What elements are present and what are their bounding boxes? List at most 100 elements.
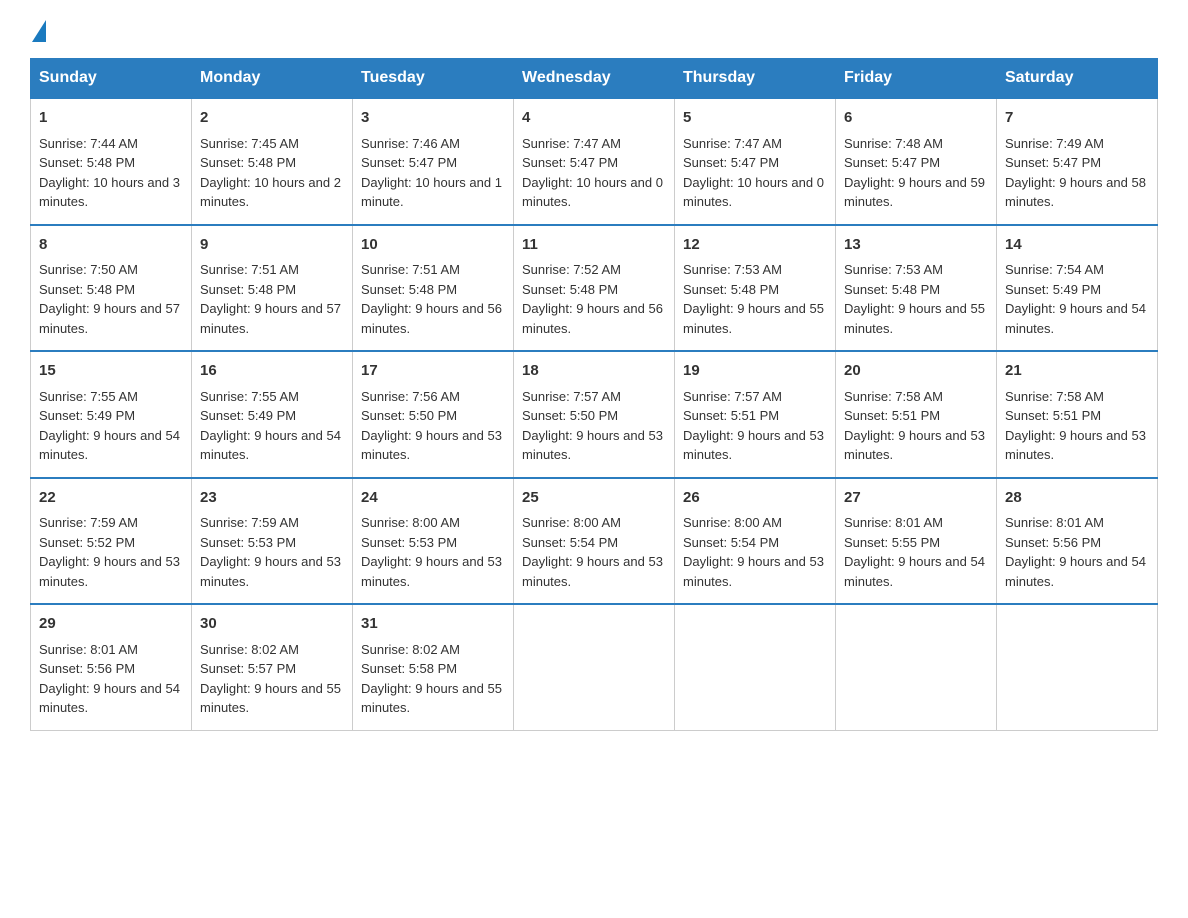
day-info: Sunrise: 7:51 AMSunset: 5:48 PMDaylight:… bbox=[361, 262, 502, 336]
day-info: Sunrise: 7:47 AMSunset: 5:47 PMDaylight:… bbox=[522, 136, 663, 210]
calendar-cell: 27 Sunrise: 8:01 AMSunset: 5:55 PMDaylig… bbox=[836, 478, 997, 605]
day-info: Sunrise: 7:53 AMSunset: 5:48 PMDaylight:… bbox=[683, 262, 824, 336]
day-number: 13 bbox=[844, 234, 988, 257]
day-number: 18 bbox=[522, 360, 666, 383]
day-number: 6 bbox=[844, 107, 988, 130]
day-info: Sunrise: 7:55 AMSunset: 5:49 PMDaylight:… bbox=[200, 389, 341, 463]
day-number: 19 bbox=[683, 360, 827, 383]
day-info: Sunrise: 7:54 AMSunset: 5:49 PMDaylight:… bbox=[1005, 262, 1146, 336]
calendar-cell: 29 Sunrise: 8:01 AMSunset: 5:56 PMDaylig… bbox=[31, 604, 192, 730]
calendar-header-tuesday: Tuesday bbox=[353, 59, 514, 99]
day-info: Sunrise: 8:00 AMSunset: 5:53 PMDaylight:… bbox=[361, 515, 502, 589]
calendar-cell: 9 Sunrise: 7:51 AMSunset: 5:48 PMDayligh… bbox=[192, 225, 353, 352]
day-number: 10 bbox=[361, 234, 505, 257]
calendar-cell: 5 Sunrise: 7:47 AMSunset: 5:47 PMDayligh… bbox=[675, 98, 836, 225]
calendar-header-thursday: Thursday bbox=[675, 59, 836, 99]
calendar-week-row: 29 Sunrise: 8:01 AMSunset: 5:56 PMDaylig… bbox=[31, 604, 1158, 730]
day-info: Sunrise: 8:00 AMSunset: 5:54 PMDaylight:… bbox=[522, 515, 663, 589]
day-number: 3 bbox=[361, 107, 505, 130]
calendar-header-wednesday: Wednesday bbox=[514, 59, 675, 99]
day-info: Sunrise: 7:53 AMSunset: 5:48 PMDaylight:… bbox=[844, 262, 985, 336]
day-number: 28 bbox=[1005, 487, 1149, 510]
calendar-cell: 22 Sunrise: 7:59 AMSunset: 5:52 PMDaylig… bbox=[31, 478, 192, 605]
day-info: Sunrise: 7:45 AMSunset: 5:48 PMDaylight:… bbox=[200, 136, 341, 210]
calendar-cell bbox=[675, 604, 836, 730]
day-number: 26 bbox=[683, 487, 827, 510]
day-info: Sunrise: 7:59 AMSunset: 5:53 PMDaylight:… bbox=[200, 515, 341, 589]
day-info: Sunrise: 7:59 AMSunset: 5:52 PMDaylight:… bbox=[39, 515, 180, 589]
calendar-cell: 11 Sunrise: 7:52 AMSunset: 5:48 PMDaylig… bbox=[514, 225, 675, 352]
calendar-header-row: SundayMondayTuesdayWednesdayThursdayFrid… bbox=[31, 59, 1158, 99]
calendar-cell: 15 Sunrise: 7:55 AMSunset: 5:49 PMDaylig… bbox=[31, 351, 192, 478]
calendar-cell bbox=[514, 604, 675, 730]
day-number: 29 bbox=[39, 613, 183, 636]
day-info: Sunrise: 7:58 AMSunset: 5:51 PMDaylight:… bbox=[844, 389, 985, 463]
day-number: 15 bbox=[39, 360, 183, 383]
day-info: Sunrise: 7:50 AMSunset: 5:48 PMDaylight:… bbox=[39, 262, 180, 336]
calendar-cell: 21 Sunrise: 7:58 AMSunset: 5:51 PMDaylig… bbox=[997, 351, 1158, 478]
day-number: 7 bbox=[1005, 107, 1149, 130]
calendar-cell: 4 Sunrise: 7:47 AMSunset: 5:47 PMDayligh… bbox=[514, 98, 675, 225]
day-number: 24 bbox=[361, 487, 505, 510]
day-info: Sunrise: 7:57 AMSunset: 5:51 PMDaylight:… bbox=[683, 389, 824, 463]
calendar-header-monday: Monday bbox=[192, 59, 353, 99]
calendar-cell: 1 Sunrise: 7:44 AMSunset: 5:48 PMDayligh… bbox=[31, 98, 192, 225]
calendar-header-sunday: Sunday bbox=[31, 59, 192, 99]
day-info: Sunrise: 7:49 AMSunset: 5:47 PMDaylight:… bbox=[1005, 136, 1146, 210]
day-number: 27 bbox=[844, 487, 988, 510]
calendar-cell: 30 Sunrise: 8:02 AMSunset: 5:57 PMDaylig… bbox=[192, 604, 353, 730]
day-number: 22 bbox=[39, 487, 183, 510]
day-number: 2 bbox=[200, 107, 344, 130]
day-info: Sunrise: 7:57 AMSunset: 5:50 PMDaylight:… bbox=[522, 389, 663, 463]
day-info: Sunrise: 8:00 AMSunset: 5:54 PMDaylight:… bbox=[683, 515, 824, 589]
calendar-week-row: 8 Sunrise: 7:50 AMSunset: 5:48 PMDayligh… bbox=[31, 225, 1158, 352]
calendar-cell: 10 Sunrise: 7:51 AMSunset: 5:48 PMDaylig… bbox=[353, 225, 514, 352]
day-info: Sunrise: 7:55 AMSunset: 5:49 PMDaylight:… bbox=[39, 389, 180, 463]
day-info: Sunrise: 7:44 AMSunset: 5:48 PMDaylight:… bbox=[39, 136, 180, 210]
logo-triangle-icon bbox=[32, 20, 46, 42]
day-info: Sunrise: 7:58 AMSunset: 5:51 PMDaylight:… bbox=[1005, 389, 1146, 463]
calendar-cell: 20 Sunrise: 7:58 AMSunset: 5:51 PMDaylig… bbox=[836, 351, 997, 478]
calendar-cell: 6 Sunrise: 7:48 AMSunset: 5:47 PMDayligh… bbox=[836, 98, 997, 225]
calendar-cell: 13 Sunrise: 7:53 AMSunset: 5:48 PMDaylig… bbox=[836, 225, 997, 352]
logo bbox=[30, 20, 48, 38]
day-number: 14 bbox=[1005, 234, 1149, 257]
day-number: 23 bbox=[200, 487, 344, 510]
calendar-week-row: 1 Sunrise: 7:44 AMSunset: 5:48 PMDayligh… bbox=[31, 98, 1158, 225]
calendar-cell bbox=[836, 604, 997, 730]
calendar-cell: 12 Sunrise: 7:53 AMSunset: 5:48 PMDaylig… bbox=[675, 225, 836, 352]
day-number: 11 bbox=[522, 234, 666, 257]
calendar-cell: 14 Sunrise: 7:54 AMSunset: 5:49 PMDaylig… bbox=[997, 225, 1158, 352]
day-info: Sunrise: 7:47 AMSunset: 5:47 PMDaylight:… bbox=[683, 136, 824, 210]
day-info: Sunrise: 8:01 AMSunset: 5:55 PMDaylight:… bbox=[844, 515, 985, 589]
calendar-cell: 23 Sunrise: 7:59 AMSunset: 5:53 PMDaylig… bbox=[192, 478, 353, 605]
day-number: 21 bbox=[1005, 360, 1149, 383]
calendar-table: SundayMondayTuesdayWednesdayThursdayFrid… bbox=[30, 58, 1158, 731]
calendar-cell: 17 Sunrise: 7:56 AMSunset: 5:50 PMDaylig… bbox=[353, 351, 514, 478]
calendar-week-row: 15 Sunrise: 7:55 AMSunset: 5:49 PMDaylig… bbox=[31, 351, 1158, 478]
calendar-cell: 25 Sunrise: 8:00 AMSunset: 5:54 PMDaylig… bbox=[514, 478, 675, 605]
day-info: Sunrise: 8:02 AMSunset: 5:58 PMDaylight:… bbox=[361, 642, 502, 716]
day-info: Sunrise: 7:51 AMSunset: 5:48 PMDaylight:… bbox=[200, 262, 341, 336]
calendar-header-saturday: Saturday bbox=[997, 59, 1158, 99]
day-info: Sunrise: 8:02 AMSunset: 5:57 PMDaylight:… bbox=[200, 642, 341, 716]
calendar-cell: 3 Sunrise: 7:46 AMSunset: 5:47 PMDayligh… bbox=[353, 98, 514, 225]
day-info: Sunrise: 8:01 AMSunset: 5:56 PMDaylight:… bbox=[39, 642, 180, 716]
day-number: 9 bbox=[200, 234, 344, 257]
day-number: 8 bbox=[39, 234, 183, 257]
calendar-cell: 8 Sunrise: 7:50 AMSunset: 5:48 PMDayligh… bbox=[31, 225, 192, 352]
calendar-cell: 16 Sunrise: 7:55 AMSunset: 5:49 PMDaylig… bbox=[192, 351, 353, 478]
calendar-cell: 19 Sunrise: 7:57 AMSunset: 5:51 PMDaylig… bbox=[675, 351, 836, 478]
calendar-cell: 2 Sunrise: 7:45 AMSunset: 5:48 PMDayligh… bbox=[192, 98, 353, 225]
day-info: Sunrise: 8:01 AMSunset: 5:56 PMDaylight:… bbox=[1005, 515, 1146, 589]
day-number: 25 bbox=[522, 487, 666, 510]
calendar-cell: 18 Sunrise: 7:57 AMSunset: 5:50 PMDaylig… bbox=[514, 351, 675, 478]
day-number: 12 bbox=[683, 234, 827, 257]
page-header bbox=[30, 20, 1158, 38]
day-number: 5 bbox=[683, 107, 827, 130]
calendar-cell: 7 Sunrise: 7:49 AMSunset: 5:47 PMDayligh… bbox=[997, 98, 1158, 225]
calendar-header-friday: Friday bbox=[836, 59, 997, 99]
day-number: 1 bbox=[39, 107, 183, 130]
day-info: Sunrise: 7:56 AMSunset: 5:50 PMDaylight:… bbox=[361, 389, 502, 463]
day-number: 16 bbox=[200, 360, 344, 383]
